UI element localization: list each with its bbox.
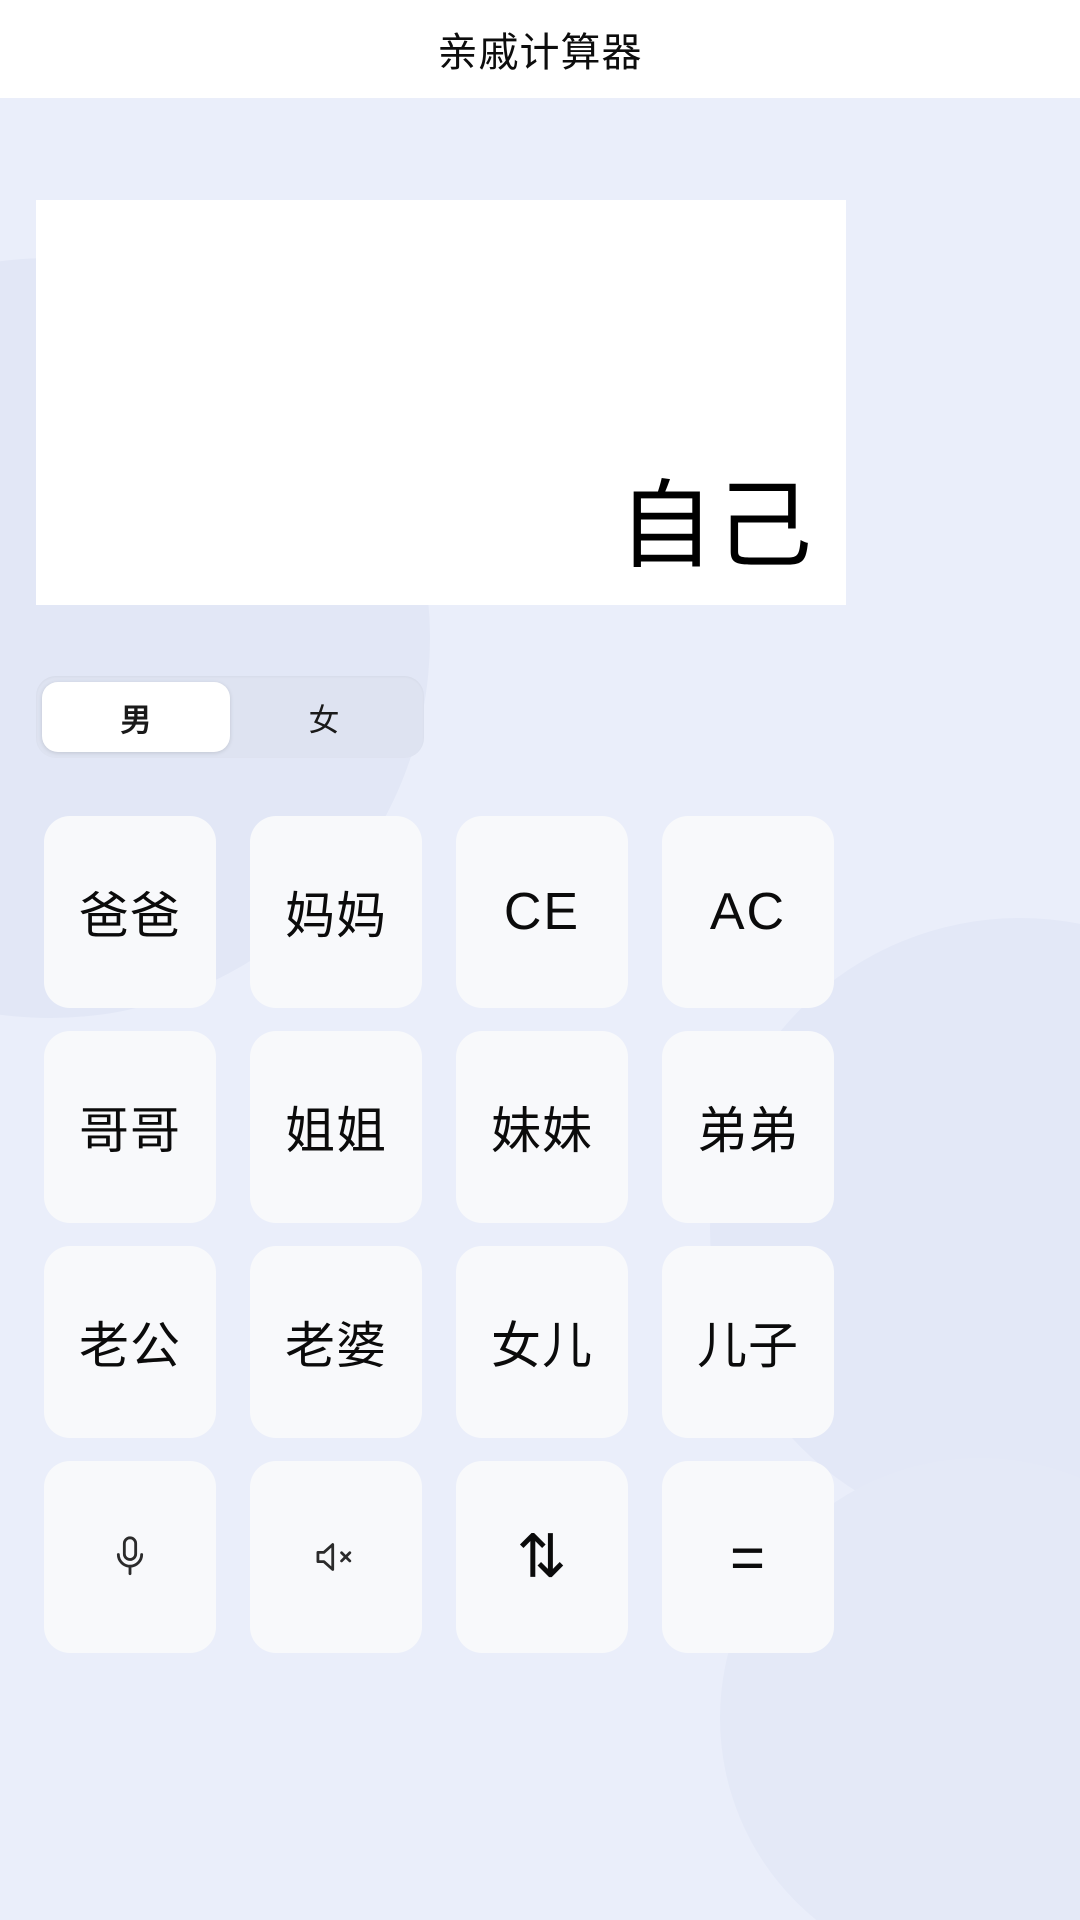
key-husband-label: 老公 xyxy=(79,1318,181,1374)
result-display[interactable]: 自己 xyxy=(36,200,846,605)
key-mute[interactable] xyxy=(250,1461,422,1653)
page-title: 亲戚计算器 xyxy=(437,31,643,75)
key-father[interactable]: 爸爸 xyxy=(44,816,216,1008)
gender-option-female[interactable]: 女 xyxy=(230,682,418,752)
key-clear-entry[interactable]: CE xyxy=(456,816,628,1008)
key-older-brother[interactable]: 哥哥 xyxy=(44,1031,216,1223)
app-body: 自己 男 女 爸爸 妈妈 CE AC 哥哥 姐姐 妹妹 弟弟老公 老婆 女儿 儿子 ⇅ = xyxy=(0,98,1080,1920)
gender-toggle[interactable]: 男 女 xyxy=(36,676,424,758)
key-mother[interactable]: 妈妈 xyxy=(250,816,422,1008)
key-swap-label: ⇅ xyxy=(516,1523,568,1590)
app-header: 亲戚计算器 xyxy=(0,0,1080,98)
key-younger-brother[interactable]: 弟弟 xyxy=(662,1031,834,1223)
key-younger-sister-label: 妹妹 xyxy=(491,1103,593,1159)
key-all-clear[interactable]: AC xyxy=(662,816,834,1008)
key-son-label: 儿子 xyxy=(697,1318,799,1374)
key-equals-label: = xyxy=(729,1523,767,1591)
key-son[interactable]: 儿子 xyxy=(662,1246,834,1438)
key-older-sister[interactable]: 姐姐 xyxy=(250,1031,422,1223)
key-older-sister-label: 姐姐 xyxy=(285,1103,387,1159)
key-wife-label: 老婆 xyxy=(285,1318,387,1374)
key-husband[interactable]: 老公 xyxy=(44,1246,216,1438)
key-father-label: 爸爸 xyxy=(79,888,181,944)
key-all-clear-label: AC xyxy=(709,883,787,941)
speaker-muted-icon xyxy=(313,1534,359,1580)
key-mother-label: 妈妈 xyxy=(285,888,387,944)
key-younger-sister[interactable]: 妹妹 xyxy=(456,1031,628,1223)
key-wife[interactable]: 老婆 xyxy=(250,1246,422,1438)
result-display-value: 自己 xyxy=(618,473,814,580)
relative-keypad: 爸爸 妈妈 CE AC 哥哥 姐姐 妹妹 弟弟老公 老婆 女儿 儿子 ⇅ = xyxy=(44,816,844,1653)
key-swap[interactable]: ⇅ xyxy=(456,1461,628,1653)
key-voice-input[interactable] xyxy=(44,1461,216,1653)
key-equals[interactable]: = xyxy=(662,1461,834,1653)
key-younger-brother-label: 弟弟 xyxy=(697,1103,799,1159)
key-older-brother-label: 哥哥 xyxy=(79,1103,181,1159)
key-daughter-label: 女儿 xyxy=(491,1318,593,1374)
microphone-icon xyxy=(107,1534,153,1580)
gender-option-male[interactable]: 男 xyxy=(42,682,230,752)
key-daughter[interactable]: 女儿 xyxy=(456,1246,628,1438)
key-clear-entry-label: CE xyxy=(503,883,581,941)
